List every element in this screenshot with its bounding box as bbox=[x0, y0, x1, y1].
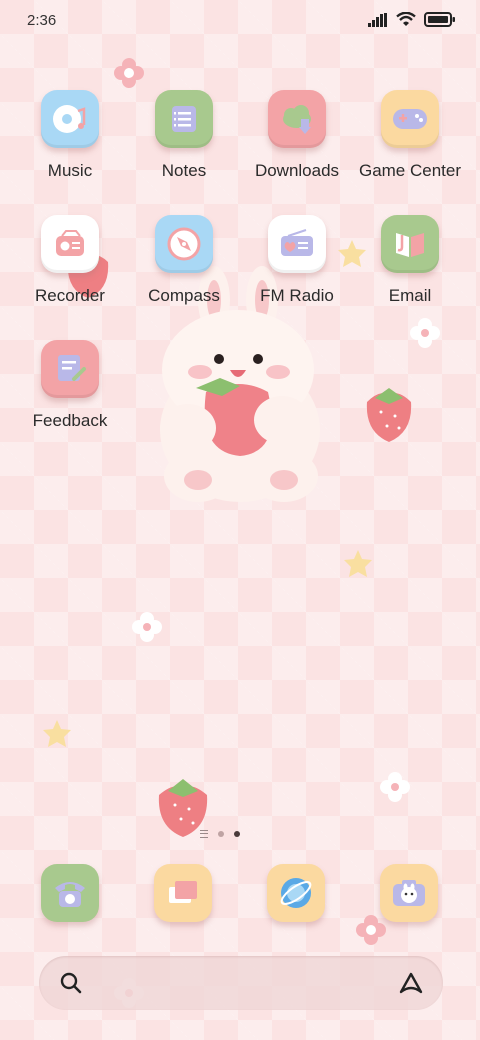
app-game-center[interactable]: Game Center bbox=[350, 90, 470, 181]
flower-decoration bbox=[114, 58, 144, 88]
app-notes[interactable]: Notes bbox=[124, 90, 244, 181]
page-dot[interactable] bbox=[218, 831, 224, 837]
app-label: Compass bbox=[148, 286, 220, 305]
star-decoration bbox=[344, 550, 372, 577]
fm-radio-icon bbox=[268, 215, 326, 273]
browser-icon bbox=[267, 864, 325, 922]
app-music[interactable]: Music bbox=[10, 90, 130, 181]
status-icons bbox=[368, 12, 456, 27]
compass-icon bbox=[155, 215, 213, 273]
strawberry-decoration bbox=[366, 388, 412, 442]
app-downloads[interactable]: Downloads bbox=[237, 90, 357, 181]
flower-decoration bbox=[380, 772, 410, 802]
strawberry-decoration bbox=[158, 779, 208, 837]
app-fm-radio[interactable]: FM Radio bbox=[237, 215, 357, 306]
app-label: Email bbox=[388, 286, 432, 305]
dock-phone[interactable] bbox=[41, 864, 101, 922]
app-label: Game Center bbox=[358, 161, 462, 180]
radio-recorder-icon bbox=[41, 215, 99, 273]
dock-browser[interactable] bbox=[267, 864, 327, 922]
cloud-download-icon bbox=[268, 90, 326, 148]
notes-icon bbox=[155, 90, 213, 148]
status-bar: 2:36 bbox=[0, 0, 480, 42]
search-icon[interactable] bbox=[59, 971, 83, 995]
battery-icon bbox=[424, 12, 455, 27]
page-indicator[interactable] bbox=[200, 830, 240, 838]
app-label: Feedback bbox=[32, 411, 108, 430]
dock-camera[interactable] bbox=[380, 864, 440, 922]
dock-messages[interactable] bbox=[154, 864, 214, 922]
status-time: 2:36 bbox=[27, 12, 57, 29]
app-feedback[interactable]: Feedback bbox=[10, 340, 130, 431]
signal-icon bbox=[368, 12, 387, 27]
app-label: Recorder bbox=[35, 286, 105, 305]
music-disc-icon bbox=[41, 90, 99, 148]
app-compass[interactable]: Compass bbox=[124, 215, 244, 306]
app-label: Downloads bbox=[254, 161, 340, 180]
app-label: FM Radio bbox=[260, 286, 334, 305]
messages-icon bbox=[154, 864, 212, 922]
app-label: Notes bbox=[161, 161, 207, 180]
flower-decoration bbox=[410, 318, 440, 348]
app-label: Music bbox=[47, 161, 93, 180]
app-recorder[interactable]: Recorder bbox=[10, 215, 130, 306]
page-dot-active[interactable] bbox=[234, 831, 240, 837]
feedback-icon bbox=[41, 340, 99, 398]
app-email[interactable]: Email bbox=[350, 215, 470, 306]
app-drawer-indicator-icon[interactable] bbox=[200, 830, 208, 838]
search-bar[interactable] bbox=[39, 956, 443, 1010]
flower-decoration bbox=[132, 612, 162, 642]
telephone-icon bbox=[41, 864, 99, 922]
star-decoration bbox=[43, 720, 71, 747]
camera-icon bbox=[380, 864, 438, 922]
gamepad-icon bbox=[381, 90, 439, 148]
email-book-icon bbox=[381, 215, 439, 273]
wifi-icon bbox=[396, 12, 416, 26]
assistant-icon[interactable] bbox=[397, 970, 425, 996]
